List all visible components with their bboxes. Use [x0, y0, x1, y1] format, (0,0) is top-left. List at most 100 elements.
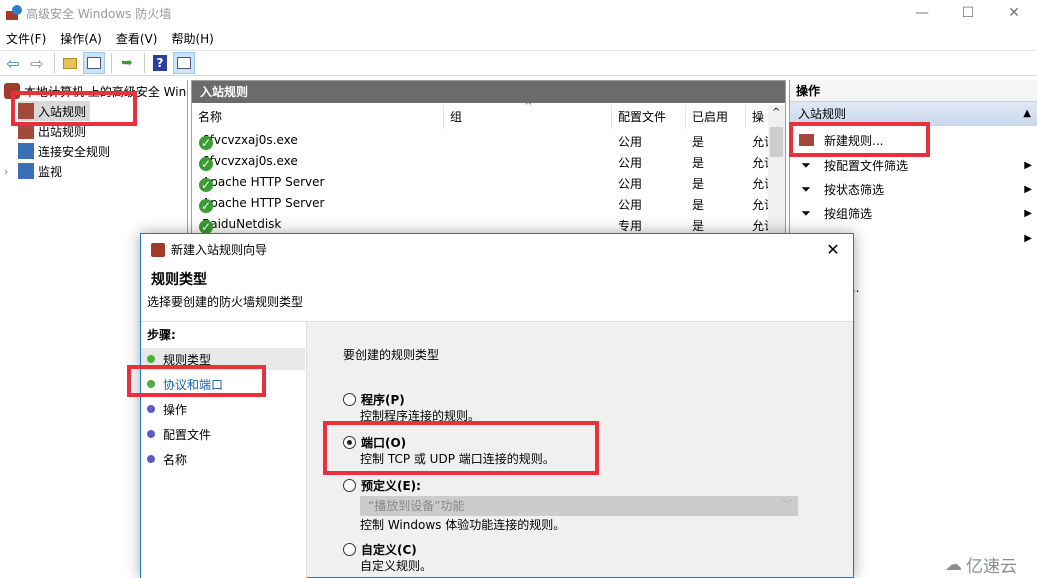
step-action[interactable]: 操作	[141, 398, 305, 420]
step-name[interactable]: 名称	[141, 448, 305, 470]
tree-item-outbound-rules[interactable]: 出站规则	[18, 121, 86, 141]
cell-profile: 公用	[618, 156, 643, 170]
outbound-rules-icon	[18, 123, 34, 139]
filter-icon: ⏷	[801, 181, 811, 196]
tree-item-inbound-rules[interactable]: 入站规则	[18, 101, 91, 121]
option-program[interactable]: 程序(P)	[343, 391, 405, 408]
column-enabled[interactable]: 已启用	[686, 105, 746, 129]
back-button[interactable]: ⇦	[2, 52, 24, 74]
wizard-steps: 步骤: 规则类型 协议和端口 操作 配置文件 名称	[141, 322, 307, 578]
wizard-heading: 规则类型	[151, 272, 207, 288]
option-custom-desc: 自定义规则。	[360, 559, 433, 573]
chevron-down-icon: ﹀	[782, 500, 792, 511]
enabled-check-icon: ✓	[199, 157, 213, 171]
show-hide-console-tree-icon	[87, 57, 101, 69]
close-icon: ✕	[826, 239, 840, 259]
table-row[interactable]: ✓Apache HTTP Server 公用 是 允许	[192, 172, 769, 193]
close-button[interactable]: ✕	[991, 0, 1037, 26]
step-todo-icon	[147, 455, 155, 463]
vertical-scrollbar[interactable]: ^	[768, 105, 785, 239]
cell-action: 允许	[752, 198, 768, 212]
column-action[interactable]: 操作	[746, 105, 770, 129]
cell-name: Apache HTTP Server	[202, 196, 325, 210]
submenu-arrow-icon: ▶	[1024, 232, 1032, 244]
show-hide-console-tree-button[interactable]	[83, 52, 105, 74]
actions-section-inbound-rules[interactable]: 入站规则 ▲	[790, 102, 1037, 126]
step-protocol-and-ports[interactable]: 协议和端口	[141, 373, 305, 395]
menu-file[interactable]: 文件(F)	[0, 30, 54, 47]
option-predefined-desc: 控制 Windows 体验功能连接的规则。	[360, 518, 566, 532]
tree-root[interactable]: 本地计算机 上的高级安全 Windows	[4, 81, 187, 101]
cell-name: BaiduNetdisk	[202, 217, 282, 231]
menu-action[interactable]: 操作(A)	[54, 30, 110, 47]
actions-header: 操作	[790, 80, 1037, 102]
wizard-subtitle: 选择要创建的防火墙规则类型	[147, 295, 304, 309]
cell-profile: 公用	[618, 177, 643, 191]
export-list-button[interactable]: ➥	[116, 52, 138, 74]
tree-item-monitoring[interactable]: › 监视	[4, 161, 62, 181]
show-hide-action-pane-icon	[177, 57, 191, 69]
predefined-select[interactable]: “播放到设备”功能 ﹀	[360, 496, 798, 516]
cell-profile: 公用	[618, 198, 643, 212]
radio-predefined[interactable]	[343, 479, 356, 492]
filter-icon: ⏷	[801, 157, 811, 172]
show-hide-action-pane-button[interactable]	[173, 52, 195, 74]
maximize-icon: ☐	[961, 5, 975, 21]
collapse-icon[interactable]: ▲	[1023, 102, 1031, 126]
firewall-app-icon	[6, 5, 22, 21]
steps-label: 步骤:	[147, 328, 176, 342]
step-profile[interactable]: 配置文件	[141, 423, 305, 445]
wizard-content: 要创建的规则类型 程序(P) 控制程序连接的规则。 端口(O) 控制 TCP 或…	[308, 322, 853, 578]
wizard-close-button[interactable]: ✕	[821, 238, 845, 260]
toolbar: ⇦ ⇨ ➥ ?	[0, 50, 1037, 76]
column-name[interactable]: 名称	[192, 105, 444, 129]
cell-name: Apache HTTP Server	[202, 175, 325, 189]
radio-custom[interactable]	[343, 543, 356, 556]
tree-item-connection-security-rules[interactable]: 连接安全规则	[18, 141, 110, 161]
action-filter-by-profile[interactable]: ⏷ 按配置文件筛选 ▶	[790, 153, 1037, 177]
expand-chevron-icon[interactable]: ›	[4, 165, 18, 178]
monitoring-icon	[18, 163, 34, 179]
option-custom[interactable]: 自定义(C)	[343, 541, 417, 558]
submenu-arrow-icon: ▶	[1024, 183, 1032, 195]
help-button[interactable]: ?	[149, 52, 171, 74]
cell-action: 允许	[752, 219, 768, 233]
back-icon: ⇦	[6, 53, 20, 73]
table-row[interactable]: ✓Apache HTTP Server 公用 是 允许	[192, 193, 769, 214]
cell-enabled: 是	[692, 135, 705, 149]
step-rule-type[interactable]: 规则类型	[141, 348, 305, 370]
table-row[interactable]: ✓BaiduNetdisk 专用 是 允许	[192, 214, 769, 235]
table-row[interactable]: ✓6fvcvzxaj0s.exe 公用 是 允许	[192, 151, 769, 172]
cell-action: 允许	[752, 135, 768, 149]
connection-security-icon	[18, 143, 34, 159]
radio-port[interactable]	[343, 436, 356, 449]
maximize-button[interactable]: ☐	[945, 0, 991, 26]
new-rule-icon	[798, 132, 814, 148]
watermark: ☁ 亿速云	[945, 554, 1017, 578]
scrollbar-thumb[interactable]	[770, 127, 783, 157]
cell-profile: 公用	[618, 135, 643, 149]
option-port[interactable]: 端口(O)	[343, 434, 406, 451]
column-profile[interactable]: 配置文件	[612, 105, 686, 129]
option-predefined[interactable]: 预定义(E):	[343, 477, 421, 494]
menu-help[interactable]: 帮助(H)	[165, 30, 221, 47]
menu-view[interactable]: 查看(V)	[110, 30, 166, 47]
action-filter-by-state[interactable]: ⏷ 按状态筛选 ▶	[790, 177, 1037, 201]
enabled-check-icon: ✓	[199, 220, 213, 234]
submenu-arrow-icon: ▶	[1024, 207, 1032, 219]
action-new-rule[interactable]: 新建规则...	[790, 128, 1037, 152]
wizard-title-bar: 新建入站规则向导	[151, 241, 267, 258]
radio-program[interactable]	[343, 393, 356, 406]
forward-button[interactable]: ⇨	[26, 52, 48, 74]
table-row[interactable]: ✓6fvcvzxaj0s.exe 公用 是 允许	[192, 130, 769, 151]
menu-bar: 文件(F) 操作(A) 查看(V) 帮助(H)	[0, 27, 222, 49]
scroll-up-icon[interactable]: ^	[772, 107, 780, 118]
pane-header: 入站规则	[192, 81, 785, 103]
minimize-button[interactable]: —	[899, 0, 945, 26]
action-filter-by-group[interactable]: ⏷ 按组筛选 ▶	[790, 201, 1037, 225]
step-done-icon	[147, 355, 155, 363]
title-bar: 高级安全 Windows 防火墙 — ☐ ✕	[0, 0, 1037, 26]
option-port-desc: 控制 TCP 或 UDP 端口连接的规则。	[360, 452, 555, 466]
up-folder-button[interactable]	[59, 52, 81, 74]
firewall-icon	[151, 242, 165, 257]
